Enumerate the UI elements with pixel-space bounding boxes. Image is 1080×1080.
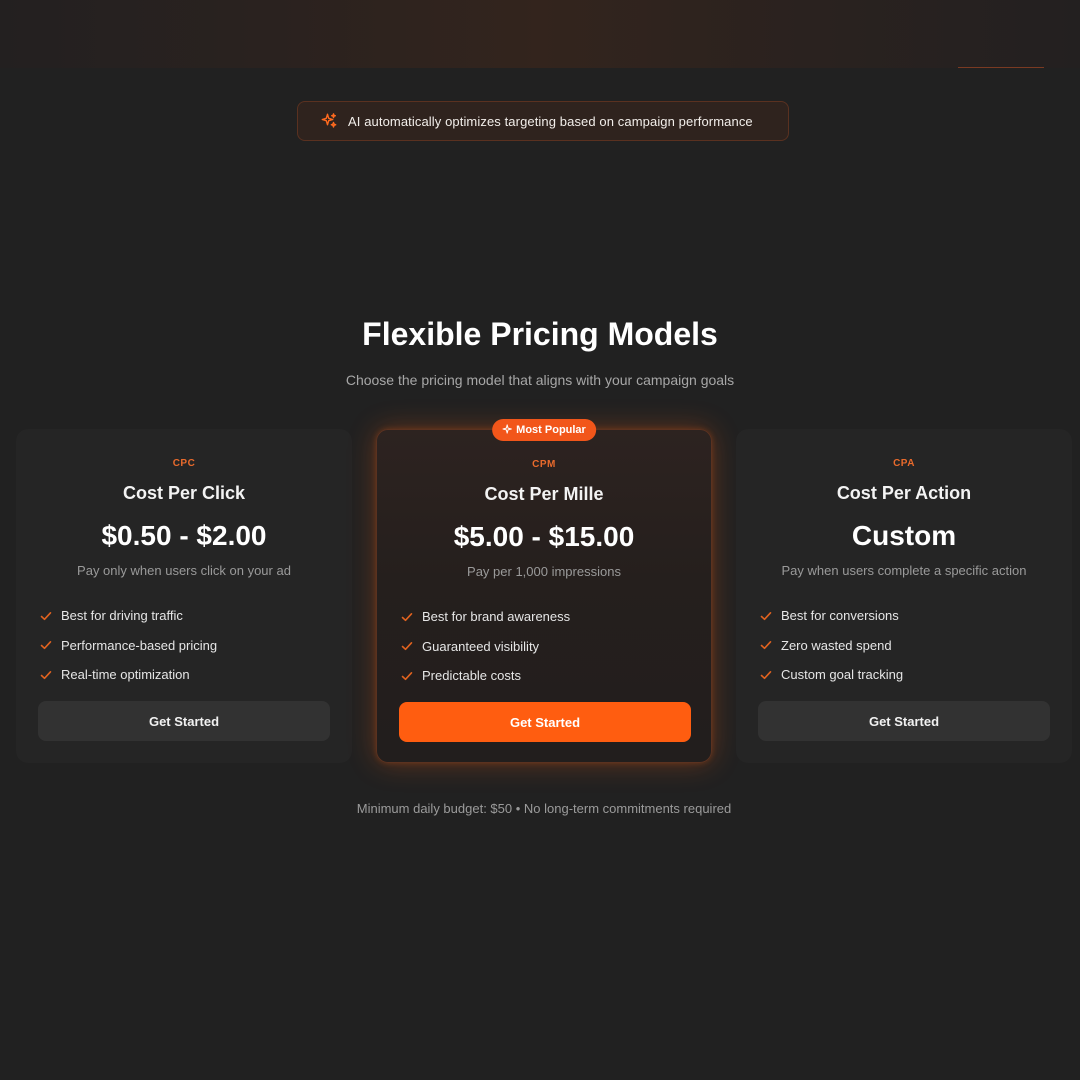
check-icon	[401, 640, 413, 652]
feature-label: Predictable costs	[422, 668, 521, 684]
get-started-button-cpm[interactable]: Get Started	[399, 702, 691, 742]
check-icon	[760, 610, 772, 622]
most-popular-badge: Most Popular	[492, 419, 596, 441]
check-icon	[40, 639, 52, 651]
get-started-button-cpc[interactable]: Get Started	[38, 701, 330, 741]
plan-price: $5.00 - $15.00	[453, 521, 635, 552]
feature-item: Guaranteed visibility	[401, 632, 570, 662]
feature-label: Custom goal tracking	[781, 667, 904, 683]
top-glow-strip	[0, 0, 1080, 68]
feature-label: Guaranteed visibility	[422, 638, 540, 654]
feature-item: Best for brand awareness	[401, 602, 570, 632]
check-icon	[760, 639, 772, 651]
pricing-page: AI automatically optimizes targeting bas…	[0, 0, 1080, 1080]
feature-label: Best for conversions	[781, 608, 899, 624]
plan-description: Pay only when users click on your ad	[77, 563, 291, 578]
plan-code: CPA	[893, 458, 915, 469]
plan-description: Pay per 1,000 impressions	[467, 564, 621, 579]
feature-label: Best for brand awareness	[422, 609, 571, 625]
pricing-card-cpm: Most Popular CPM Cost Per Mille $5.00 - …	[376, 419, 712, 763]
feature-item: Best for driving traffic	[40, 601, 217, 631]
budget-footnote: Minimum daily budget: $50 • No long-term…	[356, 801, 732, 816]
sparkles-icon	[320, 112, 338, 130]
feature-item: Predictable costs	[401, 661, 570, 691]
feature-item: Performance-based pricing	[40, 631, 217, 661]
feature-list: Best for conversions Zero wasted spend C…	[760, 601, 903, 690]
feature-item: Real-time optimization	[40, 660, 217, 690]
check-icon	[401, 670, 413, 682]
top-accent-line	[958, 67, 1044, 68]
feature-label: Best for driving traffic	[61, 608, 183, 624]
feature-label: Real-time optimization	[61, 667, 190, 683]
check-icon	[401, 611, 413, 623]
feature-label: Zero wasted spend	[781, 637, 892, 653]
feature-item: Zero wasted spend	[760, 631, 903, 661]
pricing-card-cpc: CPC Cost Per Click $0.50 - $2.00 Pay onl…	[16, 429, 352, 763]
check-icon	[40, 669, 52, 681]
get-started-button-cpa[interactable]: Get Started	[758, 701, 1050, 741]
sparkle-icon	[502, 423, 512, 437]
plan-name: Cost Per Action	[836, 483, 972, 503]
feature-item: Custom goal tracking	[760, 660, 903, 690]
plan-price: $0.50 - $2.00	[101, 520, 267, 551]
banner-text: AI automatically optimizes targeting bas…	[348, 113, 753, 129]
feature-list: Best for driving traffic Performance-bas…	[40, 601, 217, 690]
section-title: Flexible Pricing Models	[362, 316, 718, 352]
badge-label: Most Popular	[516, 424, 586, 436]
check-icon	[760, 669, 772, 681]
plan-price: Custom	[851, 520, 957, 551]
plan-description: Pay when users complete a specific actio…	[781, 563, 1027, 578]
feature-item: Best for conversions	[760, 601, 903, 631]
section-subtitle: Choose the pricing model that aligns wit…	[345, 372, 735, 388]
plan-code: CPC	[172, 458, 196, 469]
ai-optimization-banner: AI automatically optimizes targeting bas…	[297, 101, 789, 141]
feature-list: Best for brand awareness Guaranteed visi…	[401, 602, 570, 691]
plan-name: Cost Per Click	[122, 483, 246, 503]
plan-code: CPM	[532, 459, 556, 470]
feature-label: Performance-based pricing	[61, 637, 218, 653]
pricing-card-cpa: CPA Cost Per Action Custom Pay when user…	[736, 429, 1072, 763]
plan-name: Cost Per Mille	[484, 484, 604, 504]
check-icon	[40, 610, 52, 622]
